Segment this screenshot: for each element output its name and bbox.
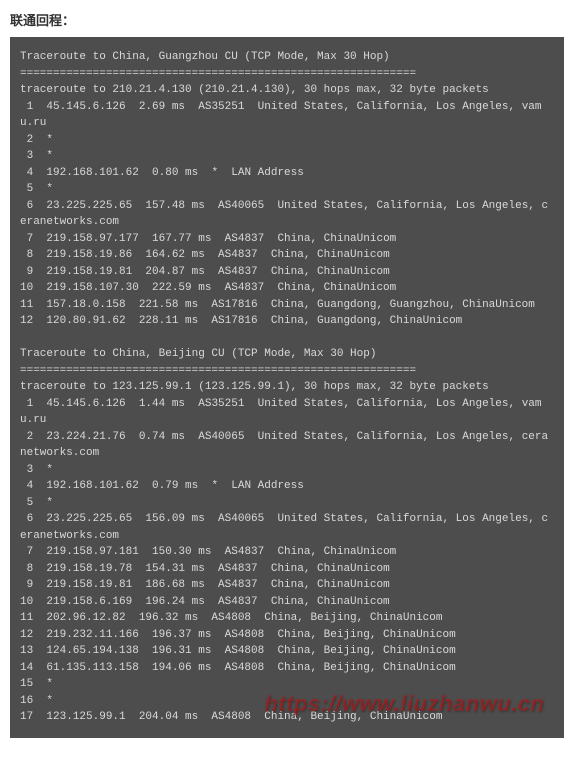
trace2-hop: 8 219.158.19.78 154.31 ms AS4837 China, … [20, 563, 390, 575]
trace2-hop: 7 219.158.97.181 150.30 ms AS4837 China,… [20, 546, 396, 558]
trace1-hop: 11 157.18.0.158 221.58 ms AS17816 China,… [20, 299, 535, 311]
trace1-hop: 5 * [20, 183, 53, 195]
trace2-hop: 1 45.145.6.126 1.44 ms AS35251 United St… [20, 398, 542, 427]
trace2-cmd: traceroute to 123.125.99.1 (123.125.99.1… [20, 381, 489, 393]
trace1-cmd: traceroute to 210.21.4.130 (210.21.4.130… [20, 84, 489, 96]
trace2-hop: 3 * [20, 464, 53, 476]
trace2-hop: 13 124.65.194.138 196.31 ms AS4808 China… [20, 645, 456, 657]
trace1-hop: 2 * [20, 134, 53, 146]
trace2-hop: 6 23.225.225.65 156.09 ms AS40065 United… [20, 513, 548, 542]
trace1-hop: 9 219.158.19.81 204.87 ms AS4837 China, … [20, 266, 390, 278]
trace2-hop: 12 219.232.11.166 196.37 ms AS4808 China… [20, 629, 456, 641]
trace1-hop: 7 219.158.97.177 167.77 ms AS4837 China,… [20, 233, 396, 245]
trace1-divider: ========================================… [20, 68, 416, 80]
page-title: 联通回程： [0, 0, 574, 37]
trace1-hop: 8 219.158.19.86 164.62 ms AS4837 China, … [20, 249, 390, 261]
trace2-hop: 11 202.96.12.82 196.32 ms AS4808 China, … [20, 612, 442, 624]
trace2-hop: 10 219.158.6.169 196.24 ms AS4837 China,… [20, 596, 390, 608]
trace2-hop: 17 123.125.99.1 204.04 ms AS4808 China, … [20, 711, 442, 723]
trace1-hop: 1 45.145.6.126 2.69 ms AS35251 United St… [20, 101, 542, 130]
terminal-output: Traceroute to China, Guangzhou CU (TCP M… [10, 37, 564, 738]
trace2-hop: 14 61.135.113.158 194.06 ms AS4808 China… [20, 662, 456, 674]
trace2-divider: ========================================… [20, 365, 416, 377]
trace2-hop: 16 * [20, 695, 53, 707]
trace1-header: Traceroute to China, Guangzhou CU (TCP M… [20, 51, 390, 63]
trace2-header: Traceroute to China, Beijing CU (TCP Mod… [20, 348, 376, 360]
trace1-hop: 6 23.225.225.65 157.48 ms AS40065 United… [20, 200, 548, 229]
trace2-hop: 5 * [20, 497, 53, 509]
trace1-hop: 4 192.168.101.62 0.80 ms * LAN Address [20, 167, 304, 179]
trace2-hop: 15 * [20, 678, 53, 690]
trace1-hop: 10 219.158.107.30 222.59 ms AS4837 China… [20, 282, 396, 294]
trace1-hop: 12 120.80.91.62 228.11 ms AS17816 China,… [20, 315, 462, 327]
trace2-hop: 2 23.224.21.76 0.74 ms AS40065 United St… [20, 431, 548, 460]
trace1-hop: 3 * [20, 150, 53, 162]
trace2-hop: 9 219.158.19.81 186.68 ms AS4837 China, … [20, 579, 390, 591]
trace2-hop: 4 192.168.101.62 0.79 ms * LAN Address [20, 480, 304, 492]
